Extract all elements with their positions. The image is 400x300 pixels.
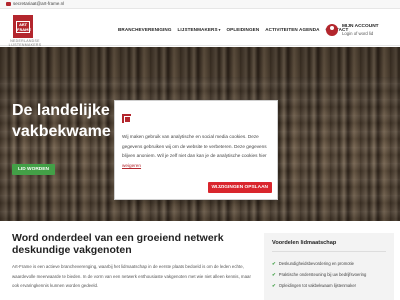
list-item: ✔ Praktische ondersteuning bij uw bedrijf… (272, 272, 366, 283)
logo-mark: ART FRAME (13, 15, 33, 38)
email-text: secretariaat@art-frame.nl (13, 1, 65, 6)
main-nav: BRANCHEVERENIGING LIJSTENMAKERS▾ OPLEIDI… (118, 27, 348, 32)
top-bar: secretariaat@art-frame.nl (0, 0, 400, 9)
section-intro: Art-Frame is een actieve brancheverengin… (12, 264, 251, 289)
list-item: ✔ Opleidingen tot vakbekwaam lijstenmaker (272, 283, 366, 294)
email-link[interactable]: secretariaat@art-frame.nl (6, 1, 64, 6)
cookie-text: Wij maken gebruik van analytische en soc… (122, 132, 274, 170)
account-subtitle: Login of word lid (342, 31, 374, 36)
benefits-title: Voordelen lidmaatschap (272, 240, 337, 246)
cookie-dialog: Wij maken gebruik van analytische en soc… (114, 100, 278, 200)
join-button[interactable]: LID WORDEN (12, 164, 55, 175)
account-link[interactable]: MIJN ACCOUNT Login of word lid (326, 22, 398, 42)
benefits-list: ✔ Deskundigheidsbevordering en promotie ✔… (272, 261, 366, 294)
check-icon: ✔ (272, 272, 276, 277)
nav-item-lijstenmakers[interactable]: LIJSTENMAKERS▾ (178, 27, 221, 32)
site-header: ART FRAME NEDERLANDSE LIJSTENMAKERS BRAN… (0, 9, 400, 47)
list-item: ✔ Deskundigheidsbevordering en promotie (272, 261, 366, 272)
check-icon: ✔ (272, 283, 276, 288)
cookie-logo-icon (122, 114, 131, 123)
cookie-message: Wij maken gebruik van analytische en soc… (122, 134, 267, 158)
cookie-decline-link[interactable]: weigeren (122, 163, 141, 168)
nav-item-opleidingen[interactable]: OPLEIDINGEN (226, 27, 259, 32)
account-title: MIJN ACCOUNT (342, 24, 379, 29)
site-logo[interactable]: ART FRAME NEDERLANDSE LIJSTENMAKERS (6, 11, 44, 47)
logo-tagline: NEDERLANDSE LIJSTENMAKERS (8, 39, 42, 47)
check-icon: ✔ (272, 261, 276, 266)
save-changes-button[interactable]: WIJZIGINGEN OPSLAAN (207, 182, 272, 193)
chevron-down-icon: ▾ (218, 28, 221, 32)
nav-item-activiteiten-agenda[interactable]: ACTIVITEITEN AGENDA (265, 27, 319, 32)
nav-item-brancheverenging[interactable]: BRANCHEVERENIGING (118, 27, 172, 32)
divider (272, 251, 386, 252)
section-heading: Word onderdeel van een groeiend netwerk … (12, 232, 224, 256)
logo-mark-text: ART FRAME (16, 21, 32, 33)
envelope-icon (6, 1, 11, 6)
user-icon (326, 24, 338, 36)
benefits-panel: Voordelen lidmaatschap ✔ Deskundigheidsbe… (264, 233, 394, 300)
